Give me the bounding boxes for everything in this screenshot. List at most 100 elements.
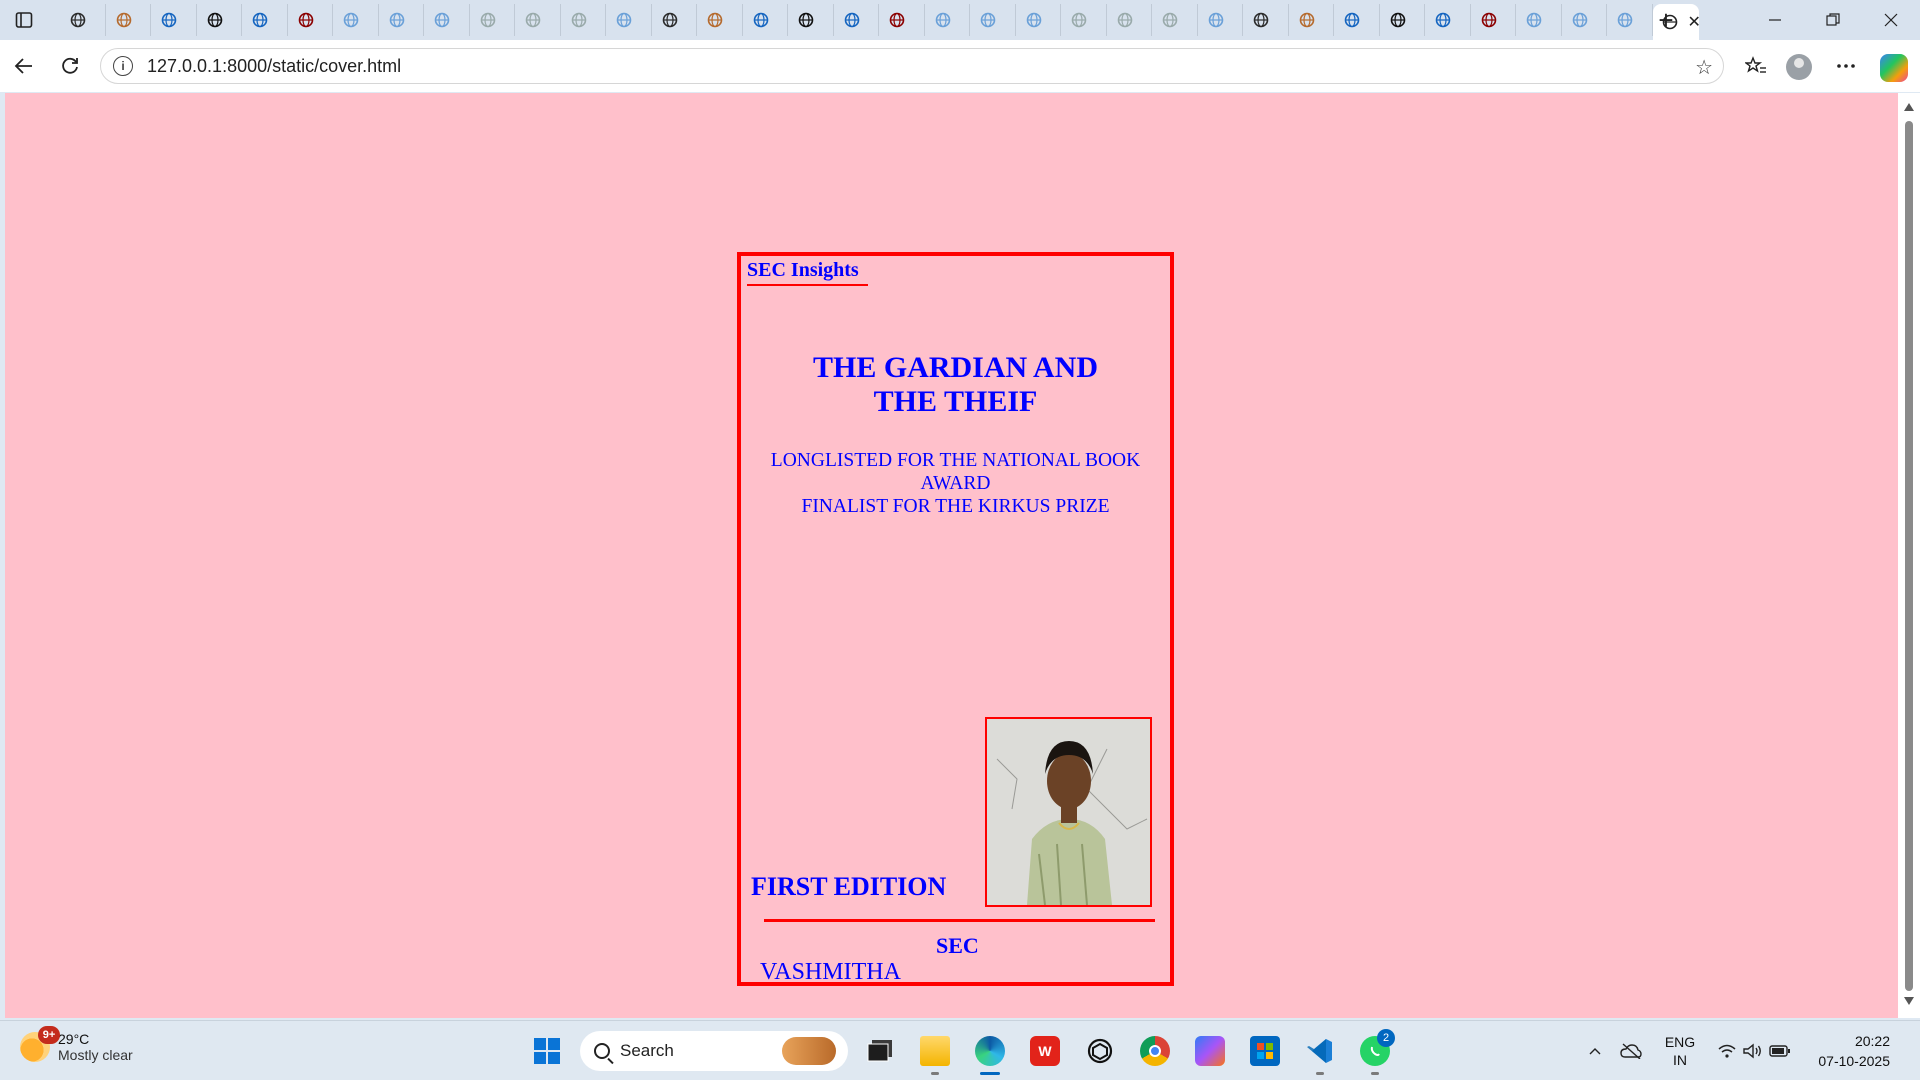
publisher-label: SEC <box>936 933 979 958</box>
tab-favicon-icon <box>1252 11 1270 29</box>
back-button[interactable] <box>8 50 40 82</box>
browser-tab[interactable] <box>424 4 470 36</box>
minimize-button[interactable] <box>1746 0 1804 40</box>
browser-tab[interactable] <box>333 4 379 36</box>
favorites-icon[interactable] <box>1740 50 1772 82</box>
show-hidden-icons[interactable] <box>1580 1021 1610 1080</box>
task-view-button[interactable] <box>858 1029 902 1073</box>
edge-icon[interactable] <box>968 1029 1012 1075</box>
refresh-button[interactable] <box>54 50 86 82</box>
scroll-up-arrow[interactable] <box>1904 103 1914 111</box>
language-indicator[interactable]: ENG IN <box>1660 1021 1700 1080</box>
browser-tab[interactable] <box>652 4 697 36</box>
browser-tab[interactable] <box>151 4 197 36</box>
browser-tab[interactable] <box>1334 4 1380 36</box>
star-icon[interactable]: ☆ <box>1695 55 1713 80</box>
profile-avatar[interactable] <box>1786 54 1812 80</box>
browser-tab[interactable] <box>1607 4 1653 36</box>
clock-date: 07-10-2025 <box>1818 1053 1890 1069</box>
address-url[interactable]: 127.0.0.1:8000/static/cover.html <box>147 56 401 77</box>
page-viewport: SEC Insights THE GARDIAN AND THE THEIF L… <box>5 93 1898 1018</box>
browser-tab[interactable] <box>197 4 242 36</box>
tab-actions-icon[interactable] <box>8 4 40 36</box>
scroll-thumb[interactable] <box>1905 121 1913 991</box>
edition-label: FIRST EDITION <box>751 872 947 901</box>
close-tab-icon[interactable]: ✕ <box>1688 12 1701 32</box>
clock[interactable]: 20:22 07-10-2025 <box>1810 1021 1890 1080</box>
accolade-line1: LONGLISTED FOR THE NATIONAL BOOK <box>770 450 1141 471</box>
browser-tab[interactable] <box>1289 4 1334 36</box>
weather-badge: 9+ <box>38 1026 60 1044</box>
vertical-scrollbar[interactable] <box>1898 93 1920 1018</box>
book-cover: SEC Insights THE GARDIAN AND THE THEIF L… <box>737 252 1174 986</box>
browser-tab[interactable] <box>606 4 652 36</box>
new-tab-button[interactable]: + <box>1648 4 1684 36</box>
clock-time: 20:22 <box>1854 1033 1890 1049</box>
browser-tab[interactable] <box>1016 4 1061 36</box>
more-icon[interactable] <box>1830 50 1862 82</box>
restore-button[interactable] <box>1804 0 1862 40</box>
weather-temp: 29°C <box>58 1031 90 1047</box>
search-icon <box>594 1043 610 1059</box>
browser-tab[interactable] <box>60 4 106 36</box>
onedrive-offline-icon[interactable] <box>1616 1021 1646 1080</box>
browser-tab[interactable] <box>1107 4 1152 36</box>
browser-tab[interactable] <box>288 4 333 36</box>
browser-tab[interactable] <box>834 4 879 36</box>
browser-tab[interactable] <box>879 4 925 36</box>
browser-tab[interactable] <box>788 4 834 36</box>
tab-favicon-icon <box>979 11 997 29</box>
browser-tab[interactable] <box>743 4 788 36</box>
tab-favicon-icon <box>1070 11 1088 29</box>
address-bar[interactable]: i 127.0.0.1:8000/static/cover.html ☆ <box>100 48 1724 84</box>
browser-tab[interactable] <box>561 4 606 36</box>
tab-favicon-icon <box>1025 11 1043 29</box>
browser-tab[interactable] <box>242 4 288 36</box>
browser-tab[interactable] <box>470 4 515 36</box>
browser-tab[interactable] <box>515 4 561 36</box>
tab-list: T✕ <box>60 4 1701 40</box>
browser-tab[interactable] <box>970 4 1016 36</box>
close-window-button[interactable] <box>1862 0 1920 40</box>
chrome-icon[interactable] <box>1133 1029 1177 1073</box>
weather-icon: 9+ <box>20 1026 60 1062</box>
browser-tab[interactable] <box>1061 4 1107 36</box>
battery-icon[interactable] <box>1768 1021 1792 1080</box>
browser-toolbar: i 127.0.0.1:8000/static/cover.html ☆ <box>0 40 1920 92</box>
scroll-down-arrow[interactable] <box>1904 997 1914 1005</box>
store-icon[interactable] <box>1243 1029 1287 1073</box>
vscode-icon[interactable] <box>1298 1029 1342 1075</box>
browser-tab[interactable] <box>1425 4 1471 36</box>
author-name: VASHMITHA <box>760 959 901 985</box>
whatsapp-icon[interactable]: 2 <box>1353 1029 1397 1075</box>
copilot-icon[interactable] <box>1880 54 1908 82</box>
browser-tab[interactable] <box>697 4 743 36</box>
tab-favicon-icon <box>1207 11 1225 29</box>
browser-tab[interactable] <box>1562 4 1607 36</box>
browser-tab[interactable] <box>1516 4 1562 36</box>
tab-favicon-icon <box>115 11 133 29</box>
taskbar-search[interactable]: Search <box>580 1031 848 1071</box>
wps-office-icon[interactable]: W <box>1023 1029 1067 1073</box>
tab-favicon-icon <box>752 11 770 29</box>
browser-tab[interactable] <box>379 4 424 36</box>
info-icon[interactable]: i <box>113 56 133 76</box>
volume-icon[interactable] <box>1742 1021 1764 1080</box>
explorer-icon[interactable] <box>913 1029 957 1075</box>
tab-favicon-icon <box>206 11 224 29</box>
copilot-app-icon[interactable] <box>1188 1029 1232 1073</box>
browser-tab[interactable] <box>1380 4 1425 36</box>
browser-tab[interactable] <box>1471 4 1516 36</box>
lang-region: IN <box>1673 1052 1687 1068</box>
browser-tab[interactable] <box>1198 4 1243 36</box>
wifi-icon[interactable] <box>1716 1021 1738 1080</box>
brand-underline <box>747 284 868 286</box>
browser-tab[interactable] <box>925 4 970 36</box>
weather-widget[interactable]: 9+ 29°C Mostly clear <box>20 1026 133 1063</box>
start-button[interactable] <box>525 1029 569 1073</box>
chatgpt-icon[interactable] <box>1078 1029 1122 1073</box>
tab-favicon-icon <box>524 11 542 29</box>
browser-tab[interactable] <box>106 4 151 36</box>
browser-tab[interactable] <box>1243 4 1289 36</box>
browser-tab[interactable] <box>1152 4 1198 36</box>
